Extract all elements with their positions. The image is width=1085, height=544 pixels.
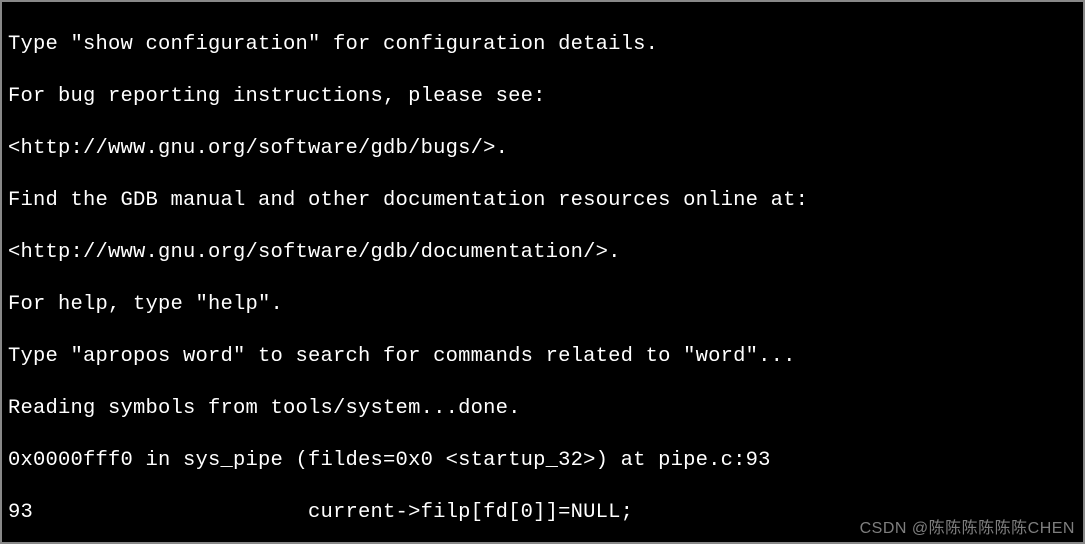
terminal-line: <http://www.gnu.org/software/gdb/bugs/>. (8, 136, 1077, 162)
terminal-line: Find the GDB manual and other documentat… (8, 188, 1077, 214)
terminal-line: 0x0000fff0 in sys_pipe (fildes=0x0 <star… (8, 448, 1077, 474)
terminal-line: For bug reporting instructions, please s… (8, 84, 1077, 110)
terminal-line: 93 current->filp[fd[0]]=NULL; (8, 500, 1077, 526)
gdb-terminal[interactable]: Type "show configuration" for configurat… (0, 0, 1085, 544)
terminal-line: Reading symbols from tools/system...done… (8, 396, 1077, 422)
terminal-line: <http://www.gnu.org/software/gdb/documen… (8, 240, 1077, 266)
terminal-line: For help, type "help". (8, 292, 1077, 318)
terminal-line: Type "apropos word" to search for comman… (8, 344, 1077, 370)
terminal-line: Type "show configuration" for configurat… (8, 32, 1077, 58)
